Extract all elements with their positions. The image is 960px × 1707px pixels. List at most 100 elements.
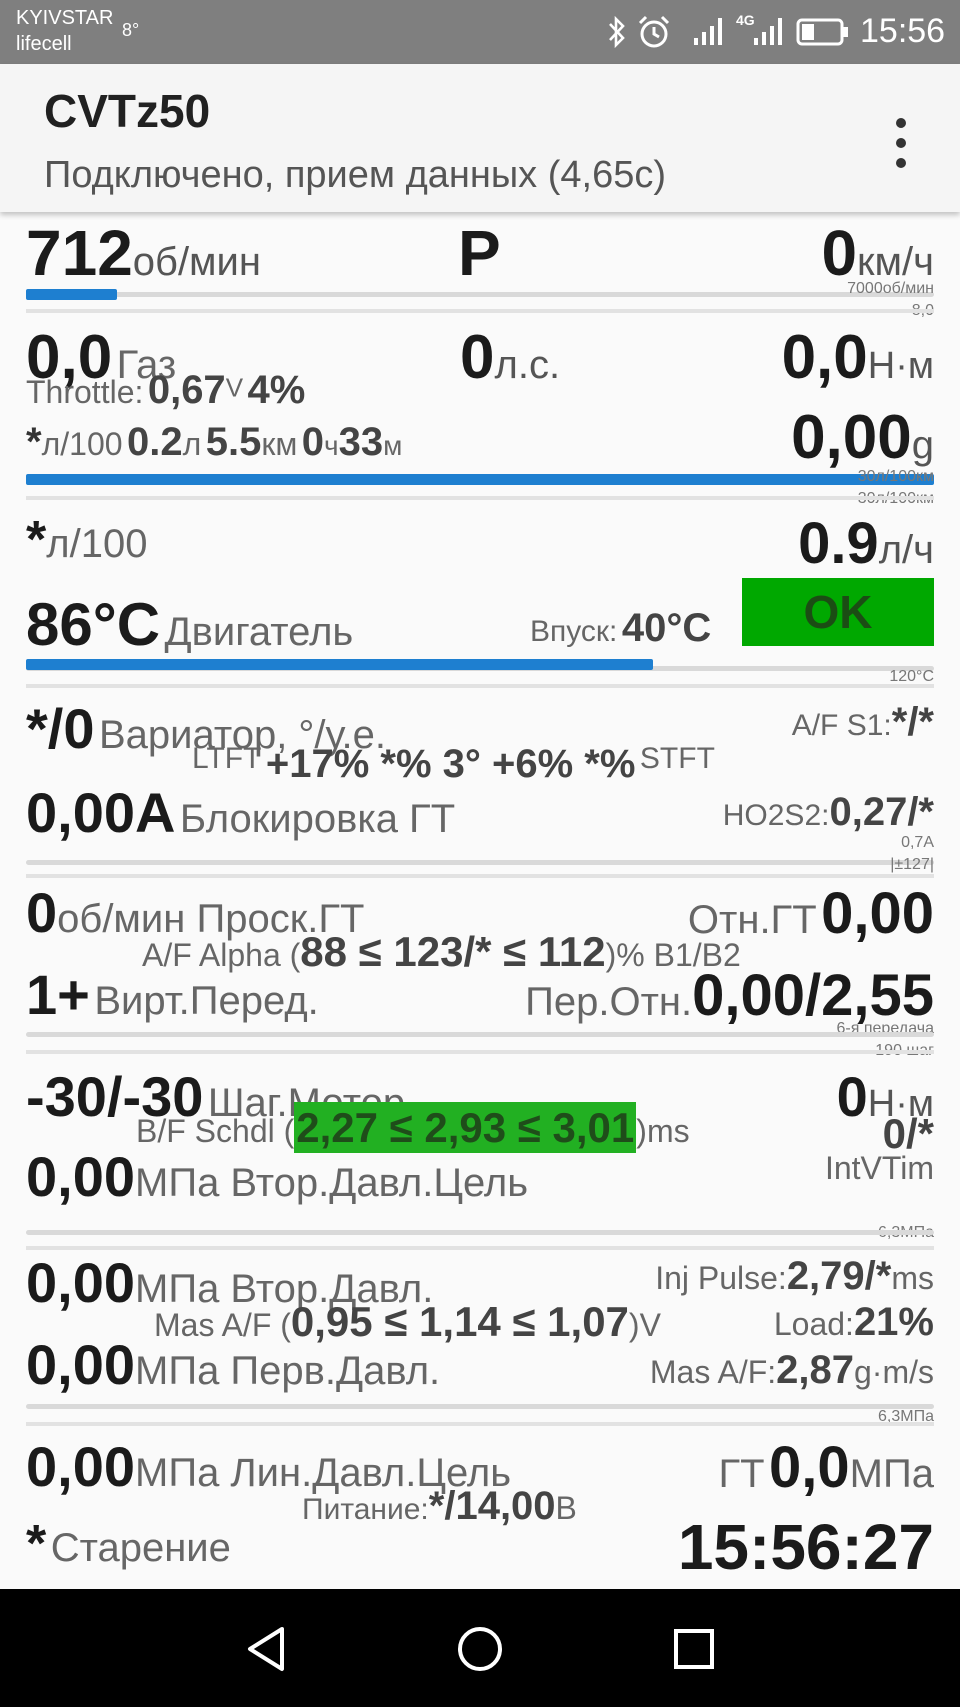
trip-minutes-unit: м [383,430,403,461]
grams-value: 0,00 [791,403,912,472]
trip-km-unit: км [261,426,298,462]
gt-unit: МПа [849,1452,934,1496]
carrier-name-2: lifecell [16,33,72,55]
supply-unit: В [555,1490,577,1526]
fuel-rate-readout: 0.9л/ч [798,510,934,577]
power-readout: 0л.с. [460,322,560,393]
rpm-value: 712 [26,217,133,289]
torque-unit: Н·м [867,345,934,387]
inj-pulse-value: 2,79/* [786,1254,892,1298]
fuel-bar-fill [26,474,934,485]
app-bar: CVTz50 Подключено, прием данных (4,65с) [0,64,960,212]
gt-value: 0,0 [769,1435,850,1500]
divider [26,1422,934,1426]
inj-pulse-readout: Inj Pulse:2,79/*ms [655,1254,934,1299]
virt-gear-bar-track [26,1032,934,1037]
supply-label: Питание: [302,1493,429,1526]
power-unit: л.с. [494,343,561,387]
engine-temp-bar-fill [26,659,653,670]
signal-icon [694,18,722,45]
supply-readout: Питание:*/14,00В [302,1484,577,1529]
signal-4g-icon [754,18,782,45]
divider [26,684,934,688]
rpm-bar-fill [26,289,117,300]
battery-icon [796,18,848,46]
gear-ratio-readout: Пер.Отн.0,00/2,55 [525,962,934,1029]
sec-target-readout: 0,00МПа Втор.Давл.Цель [26,1144,528,1209]
gear-indicator: P [458,217,501,289]
intake-label: Впуск: [530,615,618,648]
speed-unit: км/ч [857,240,934,284]
inj-pulse-unit: ms [891,1260,934,1296]
ho2s2-label: HO2S2: [722,799,830,832]
pri-pressure-readout: 0,00МПа Перв.Давл. [26,1332,440,1397]
mas-af-value: 2,87 [776,1348,854,1392]
app-title: CVTz50 [44,85,211,137]
throttle-volts: 0,67 [147,368,226,412]
throttle-volts-unit: V [225,372,244,403]
connection-status: Подключено, прием данных (4,65с) [44,154,667,196]
virt-gear-readout: 1+ Вирт.Перед. [26,962,319,1027]
bluetooth-icon [609,15,625,49]
overflow-menu-icon[interactable] [884,114,918,184]
gear-ratio-label: Пер.Отн. [525,980,693,1024]
fuel-rate-value: 0.9 [798,511,879,576]
weather-temp: 8° [122,20,140,40]
trip-km: 5.5 [205,420,262,464]
throttle-percent: 4% [247,368,306,412]
trip-hours-unit: ч [324,430,339,461]
sec-pressure-value: 0,00 [26,1251,135,1314]
torque-readout: 0,0Н·м [782,322,934,393]
carrier-name-1: KYIVSTAR [16,7,114,29]
trip-liters: 0.2 [126,420,183,464]
speed-readout: 0км/ч [821,216,934,290]
sec-target-label: МПа Втор.Давл.Цель [135,1161,529,1205]
clock-value: 15:56:27 [677,1511,934,1583]
consumption-readout: *л/100 [26,510,147,570]
trip-readout: *л/100 0.2л 5.5км 0ч33м [26,420,402,465]
rpm-unit: об/мин [132,240,261,284]
trip-liters-unit: л [182,426,202,462]
divider [26,309,934,313]
af-s1-value: */* [891,700,934,744]
rpm-max-label: 7000об/мин [847,280,934,297]
bf-schdl-suffix: )ms [636,1113,690,1149]
lockup-tiny-1: 0,7A [901,834,934,851]
gear-ratio-value: 0,00/2,55 [692,963,934,1028]
line-target-value: 0,00 [26,1435,135,1498]
aging-label: Старение [50,1526,231,1570]
lockup-label: Блокировка ГТ [179,797,456,841]
af-s1-readout: A/F S1:*/* [792,700,934,745]
recents-icon[interactable] [672,1627,716,1671]
engine-temp-readout: 86°C Двигатель [26,590,353,659]
trip-hours: 0 [301,420,325,464]
aging-readout: * Старение [26,1514,231,1574]
lockup-value: 0,00A [26,781,176,844]
fuel-rate-unit: л/ч [878,528,934,572]
mas-af-label: Mas A/F: [649,1354,777,1390]
mas-af-range-suffix: )V [628,1307,661,1343]
af-s1-label: A/F S1: [791,709,892,742]
virt-gear-label: Вирт.Перед. [94,979,319,1023]
status-time: 15:56 [860,12,946,50]
lockup-tiny-2: |±127| [890,856,934,873]
load-label: Load: [773,1306,854,1342]
home-icon[interactable] [456,1625,504,1673]
intake-readout: Впуск: 40°C [530,606,711,651]
fuel-bar-label-1: 30л/100км [857,468,934,485]
gt-label: ГТ [718,1452,765,1496]
mas-af-unit: g·m/s [854,1354,934,1390]
back-icon[interactable] [244,1625,288,1673]
rpm-bar-track [26,292,934,297]
lockup-bar-track [26,860,934,865]
status-bar: KYIVSTAR lifecell 8° 4G 15:56 [0,0,960,64]
ho2s2-readout: HO2S2:0,27/* [723,790,934,835]
throttle-readout: Throttle: 0,67V 4% [26,368,305,413]
engine-temp-value: 86°C [26,591,161,658]
pri-pressure-bar-track [26,1404,934,1409]
engine-temp-label: Двигатель [164,610,354,654]
torque-value: 0,0 [781,323,868,392]
stepper-torque-value: 0 [836,1065,868,1128]
mas-af-readout: Mas A/F:2,87g·m/s [650,1348,934,1393]
alarm-icon [638,15,670,48]
